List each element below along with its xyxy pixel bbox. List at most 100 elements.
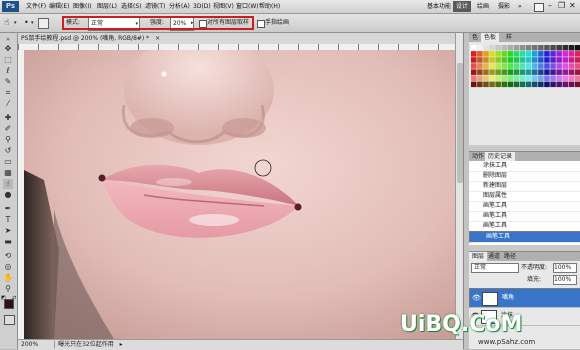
swatch[interactable]: [477, 63, 483, 69]
swatch[interactable]: [525, 51, 532, 57]
opacity-input[interactable]: 100%: [553, 263, 577, 273]
swatch[interactable]: [489, 63, 495, 69]
swatch[interactable]: [477, 51, 483, 57]
swatch[interactable]: [507, 75, 514, 82]
swatch[interactable]: [562, 81, 569, 88]
swatch[interactable]: [562, 45, 569, 51]
swatch[interactable]: [525, 57, 532, 63]
swatch[interactable]: [525, 75, 532, 82]
swatch[interactable]: [519, 75, 526, 82]
swatch[interactable]: [501, 51, 508, 57]
swatch[interactable]: [477, 69, 483, 75]
eraser-tool-icon[interactable]: ▭: [3, 157, 13, 167]
tab-styles[interactable]: 样: [503, 33, 515, 42]
swatch[interactable]: [501, 57, 508, 63]
swatch[interactable]: [525, 45, 532, 51]
3d-rotate-tool-icon[interactable]: ⟲: [3, 251, 13, 261]
minimize-icon[interactable]: –: [548, 1, 552, 10]
swatch[interactable]: [538, 51, 544, 57]
swatch[interactable]: [507, 63, 514, 69]
swatch[interactable]: [532, 75, 538, 82]
swatch[interactable]: [495, 75, 501, 82]
swatch[interactable]: [550, 81, 556, 88]
close-icon[interactable]: ✕: [569, 1, 576, 10]
workspace-more[interactable]: »: [515, 1, 525, 12]
brush-panel-toggle-icon[interactable]: [38, 18, 49, 29]
swatch[interactable]: [556, 63, 562, 69]
swatch[interactable]: [507, 81, 514, 88]
swatch[interactable]: [544, 57, 550, 63]
smudge-tool-preset-icon[interactable]: ☝: [4, 17, 9, 29]
brush-tool-icon[interactable]: ✐: [3, 124, 13, 134]
path-select-tool-icon[interactable]: ➤: [3, 226, 13, 236]
dodge-tool-icon[interactable]: ●: [3, 190, 13, 200]
swatch[interactable]: [544, 75, 550, 82]
swatch[interactable]: [489, 57, 495, 63]
swatch[interactable]: [556, 75, 562, 82]
preset-dropdown-icon[interactable]: ▾: [14, 17, 17, 29]
swatch[interactable]: [519, 69, 526, 75]
fill-input[interactable]: 100%: [553, 275, 577, 285]
swatch[interactable]: [556, 81, 562, 88]
swatch[interactable]: [513, 63, 520, 69]
eyedropper-tool-icon[interactable]: ⁄: [3, 99, 13, 109]
swatch[interactable]: [507, 57, 514, 63]
menu-layer[interactable]: 图层(L): [97, 0, 117, 13]
swatch[interactable]: [574, 81, 580, 88]
swatch[interactable]: [495, 81, 501, 88]
swatch[interactable]: [532, 51, 538, 57]
crop-tool-icon[interactable]: ⌗: [3, 88, 13, 98]
swatch[interactable]: [501, 63, 508, 69]
swatch[interactable]: [574, 51, 580, 57]
workspace-essentials[interactable]: 基本功能: [424, 1, 454, 12]
menu-select[interactable]: 选择(S): [121, 0, 142, 13]
swatch[interactable]: [519, 57, 526, 63]
swatch[interactable]: [538, 75, 544, 82]
swatch[interactable]: [483, 51, 489, 57]
swatch[interactable]: [544, 63, 550, 69]
swatch[interactable]: [513, 45, 520, 51]
menu-file[interactable]: 文件(F): [26, 0, 46, 13]
swatch[interactable]: [525, 63, 532, 69]
history-brush-tool-icon[interactable]: ↺: [3, 146, 13, 156]
smudge-tool-icon[interactable]: ☝: [3, 179, 13, 189]
workspace-design[interactable]: 设计: [453, 1, 472, 12]
swatch[interactable]: [550, 69, 556, 75]
swatch[interactable]: [556, 51, 562, 57]
shape-tool-icon[interactable]: ▬: [3, 237, 13, 247]
swatch[interactable]: [501, 81, 508, 88]
swatch[interactable]: [532, 63, 538, 69]
tab-paths[interactable]: 路径: [501, 252, 519, 261]
swatch[interactable]: [513, 69, 520, 75]
swatch[interactable]: [562, 63, 569, 69]
swatch[interactable]: [471, 57, 477, 63]
swatch[interactable]: [538, 63, 544, 69]
swatch[interactable]: [489, 81, 495, 88]
brush-dropdown-icon[interactable]: ▾: [31, 17, 34, 29]
zoom-tool-icon[interactable]: ⚲: [3, 284, 13, 294]
menu-filter[interactable]: 滤镜(T): [145, 0, 165, 13]
type-tool-icon[interactable]: T: [3, 215, 13, 225]
search-field-icon[interactable]: [534, 3, 544, 12]
swatch[interactable]: [489, 75, 495, 82]
menu-edit[interactable]: 编辑(E): [49, 0, 69, 13]
swatch[interactable]: [519, 63, 526, 69]
menu-image[interactable]: 图像(I): [73, 0, 91, 13]
swatch[interactable]: [513, 57, 520, 63]
menu-3d[interactable]: 3D(D): [193, 0, 211, 13]
swatch[interactable]: [562, 75, 569, 82]
swatch[interactable]: [574, 63, 580, 69]
swatch[interactable]: [574, 69, 580, 75]
zoom-level[interactable]: 200%: [18, 341, 38, 348]
swatch[interactable]: [532, 45, 538, 51]
status-menu-icon[interactable]: ▸: [120, 341, 123, 348]
swatch[interactable]: [483, 75, 489, 82]
swatch[interactable]: [538, 45, 544, 51]
3d-orbit-tool-icon[interactable]: ◎: [3, 262, 13, 272]
swatch[interactable]: [538, 57, 544, 63]
swatch[interactable]: [501, 69, 508, 75]
swatch[interactable]: [507, 51, 514, 57]
swatch[interactable]: [525, 81, 532, 88]
swatch[interactable]: [550, 75, 556, 82]
marquee-tool-icon[interactable]: ⬚: [3, 55, 13, 65]
